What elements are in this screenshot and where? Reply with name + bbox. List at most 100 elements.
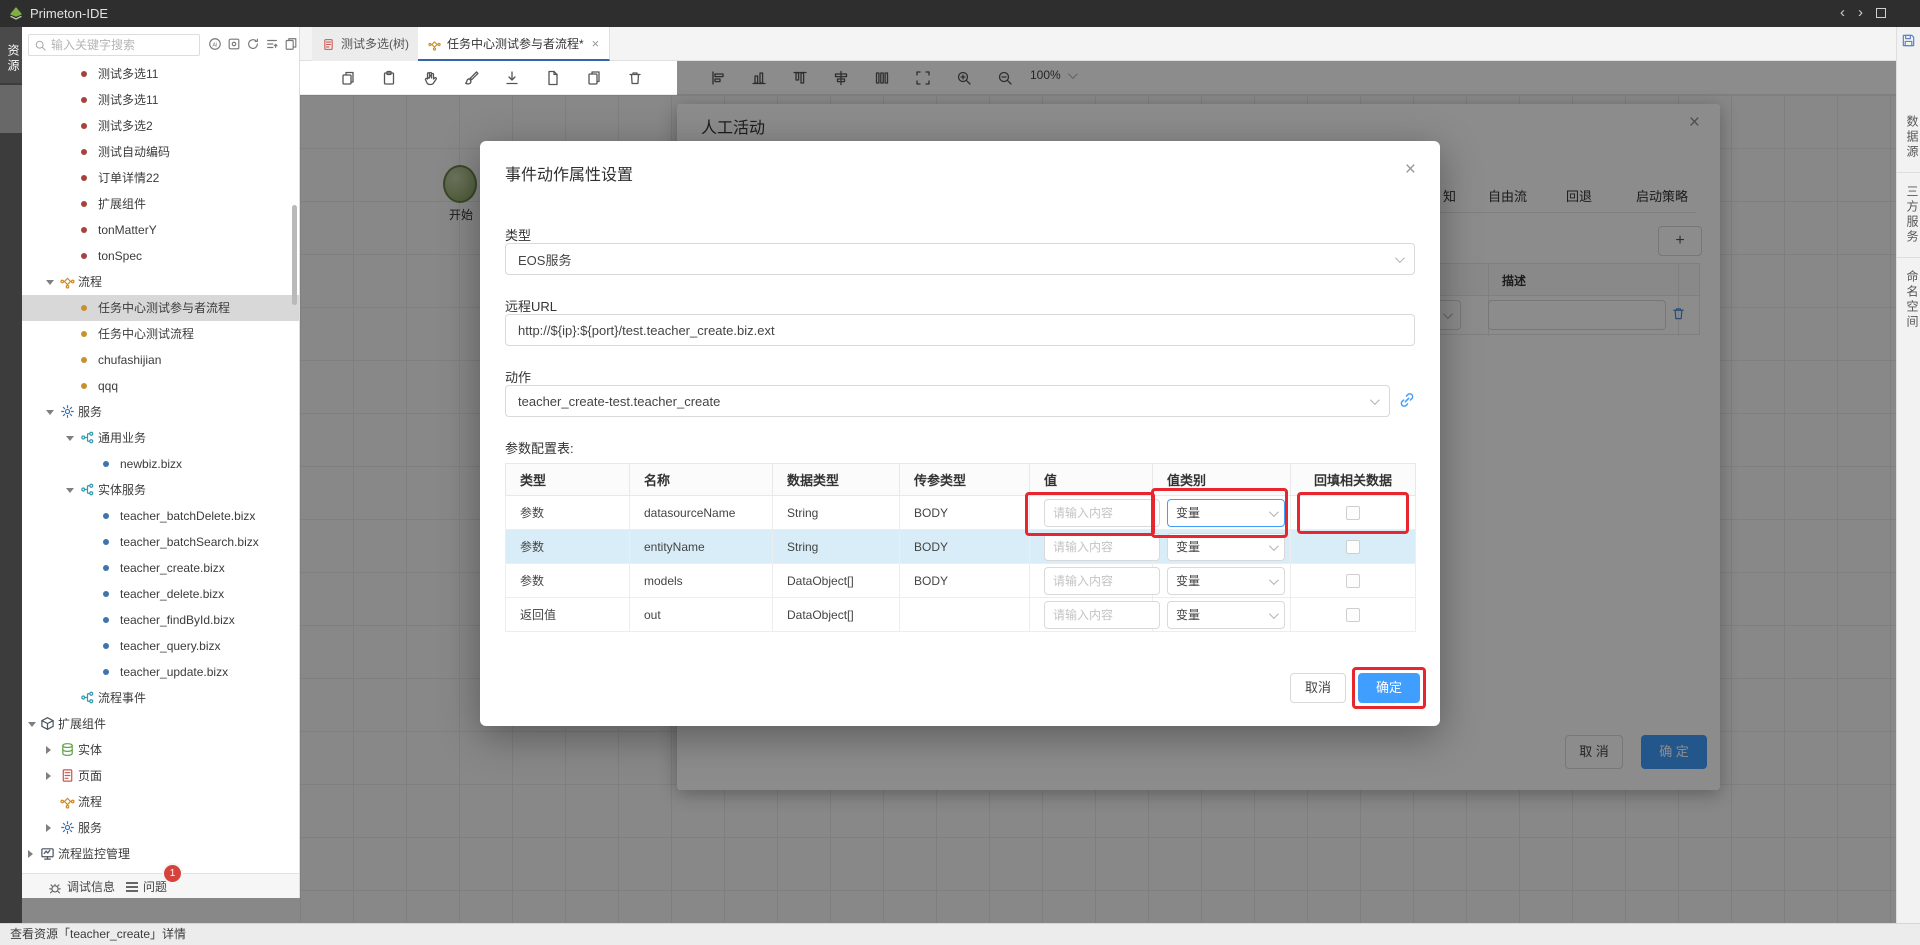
tree-scrollbar[interactable] [292,205,297,305]
close-tab-icon[interactable]: × [592,36,600,51]
tree-item[interactable]: teacher_findById.bizx [22,607,300,633]
page-copy-icon[interactable] [284,37,298,51]
tree-item[interactable]: 服务 [22,815,300,841]
type-label: 类型 [505,225,531,244]
ai-icon[interactable] [208,37,222,51]
tree-item[interactable]: 实体服务 [22,477,300,503]
duplicate-icon[interactable] [586,70,602,86]
tree-item[interactable]: 扩展组件 [22,191,300,217]
tree-item[interactable]: 测试多选2 [22,113,300,139]
tree-item[interactable]: 任务中心测试流程 [22,321,300,347]
nav-back-icon[interactable]: ‹ [1840,4,1845,21]
ok-button[interactable]: 确定 [1358,673,1420,703]
expand-arrow-icon[interactable] [28,850,33,858]
tree-item[interactable]: chufashijian [22,347,300,373]
expand-arrow-icon[interactable] [46,772,51,780]
rail-tab-resources[interactable]: 资源 [0,27,22,83]
file-icon[interactable] [545,70,561,86]
backfill-checkbox[interactable] [1346,540,1360,554]
rail-tab-datasource[interactable]: 数据源 [1897,103,1920,173]
close-icon[interactable]: × [1405,159,1416,181]
param-datatype-cell: DataObject[] [773,598,900,632]
type-select[interactable]: EOS服务 [505,243,1415,275]
tree-item[interactable]: tonSpec [22,243,300,269]
expand-arrow-icon[interactable] [46,746,51,754]
tree-item[interactable]: teacher_delete.bizx [22,581,300,607]
action-select[interactable]: teacher_create-test.teacher_create [505,385,1390,417]
tree-item[interactable]: 订单详情22 [22,165,300,191]
tree-item[interactable]: 测试多选11 [22,87,300,113]
tree-item[interactable]: teacher_create.bizx [22,555,300,581]
remote-url-label: 远程URL [505,296,557,315]
gear-icon [60,404,75,419]
tree-item[interactable]: newbiz.bizx [22,451,300,477]
tree-item[interactable]: 页面 [22,763,300,789]
value-type-select[interactable]: 变量 [1167,533,1285,561]
tree-item[interactable]: 扩展组件 [22,711,300,737]
tree-item[interactable]: 流程事件 [22,685,300,711]
param-paramtype-cell: BODY [900,496,1030,530]
refresh-icon[interactable] [246,37,260,51]
tree-item[interactable]: 实体 [22,737,300,763]
clipboard-icon[interactable] [381,70,397,86]
download-icon[interactable] [504,70,520,86]
rail-tab-secondary[interactable] [0,85,22,133]
tree-item[interactable]: 任务中心测试参与者流程 [22,295,300,321]
problems-button[interactable]: 问题 [126,878,167,895]
link-icon[interactable] [1398,391,1416,409]
debug-info-button[interactable]: 调试信息 [48,878,115,895]
value-input[interactable] [1044,601,1160,629]
tree-item[interactable]: teacher_query.bizx [22,633,300,659]
tree-item[interactable]: teacher_update.bizx [22,659,300,685]
save-icon[interactable] [1901,33,1916,48]
tree-item[interactable]: 通用业务 [22,425,300,451]
collapse-all-icon[interactable] [265,37,279,51]
tree-item[interactable]: qqq [22,373,300,399]
remote-url-input[interactable]: http://${ip}:${port}/test.teacher_create… [505,314,1415,346]
tree-item-label: teacher_batchSearch.bizx [120,535,259,549]
module-icon[interactable] [227,37,241,51]
cancel-button[interactable]: 取消 [1290,673,1346,703]
search-box[interactable] [28,34,200,56]
expand-arrow-icon[interactable] [46,280,54,285]
delete-icon[interactable] [627,70,643,86]
value-type-select[interactable]: 变量 [1167,601,1285,629]
bullet-icon [81,201,87,207]
pan-hand-icon[interactable] [422,70,438,86]
box-icon [40,716,55,731]
tab-task-center-flow[interactable]: 任务中心测试参与者流程*× [418,27,610,61]
value-input[interactable] [1044,499,1160,527]
value-type-select[interactable]: 变量 [1167,567,1285,595]
backfill-checkbox[interactable] [1346,506,1360,520]
layout-icon[interactable] [1876,8,1886,18]
expand-arrow-icon[interactable] [66,436,74,441]
expand-arrow-icon[interactable] [66,488,74,493]
nav-forward-icon[interactable]: › [1858,4,1863,21]
backfill-checkbox[interactable] [1346,608,1360,622]
tree-item-label: 订单详情22 [98,171,159,185]
tree-item[interactable]: tonMatterY [22,217,300,243]
param-valuetype-cell: 变量 [1153,496,1291,530]
expand-arrow-icon[interactable] [28,722,36,727]
format-brush-icon[interactable] [463,70,479,86]
expand-arrow-icon[interactable] [46,824,51,832]
tree-item[interactable]: 测试多选11 [22,61,300,87]
tree-item[interactable]: 流程监控管理 [22,841,300,867]
value-type-select[interactable]: 变量 [1167,499,1285,527]
value-input[interactable] [1044,533,1160,561]
tree-item-label: teacher_batchDelete.bizx [120,509,255,523]
tree-item[interactable]: 服务 [22,399,300,425]
search-input[interactable] [51,38,191,52]
tree-item[interactable]: teacher_batchSearch.bizx [22,529,300,555]
rail-tab-namespace[interactable]: 命名空间 [1897,258,1920,342]
backfill-checkbox[interactable] [1346,574,1360,588]
value-input[interactable] [1044,567,1160,595]
tree-item[interactable]: 流程 [22,269,300,295]
rail-tab-third-party-services[interactable]: 三方服务 [1897,173,1920,258]
tree-item[interactable]: 测试自动编码 [22,139,300,165]
expand-arrow-icon[interactable] [46,410,54,415]
tree-item[interactable]: teacher_batchDelete.bizx [22,503,300,529]
copy-icon[interactable] [340,70,356,86]
param-paramtype-cell: BODY [900,564,1030,598]
tree-item[interactable]: 流程 [22,789,300,815]
